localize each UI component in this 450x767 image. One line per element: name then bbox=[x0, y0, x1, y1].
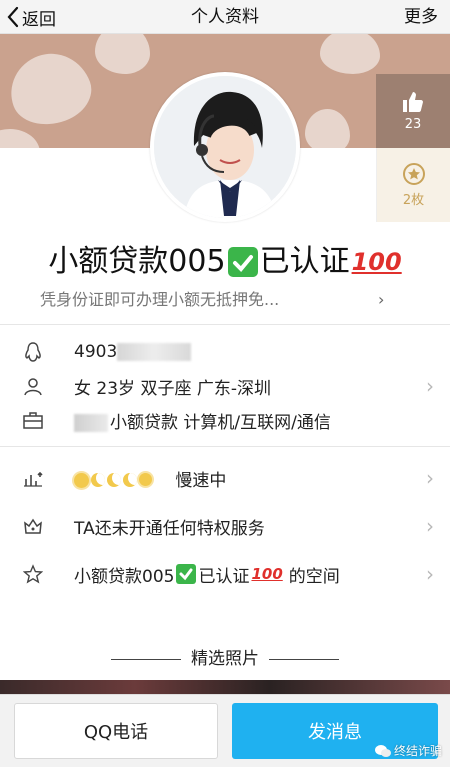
level-icons bbox=[74, 473, 152, 488]
basic-info-row[interactable]: 女 23岁 双子座 广东-深圳 › bbox=[0, 368, 450, 404]
moon-icon bbox=[107, 473, 121, 487]
watermark-text: 终结诈骗 bbox=[393, 744, 442, 758]
verified-check-icon bbox=[227, 247, 258, 277]
crown-icon bbox=[22, 515, 44, 537]
medal-count: 2枚 bbox=[402, 193, 425, 208]
signature[interactable]: 凭身份证即可办理小额无抵押免... bbox=[40, 288, 400, 312]
space-suffix: 的空间 bbox=[288, 566, 340, 587]
like-count: 23 bbox=[404, 117, 422, 132]
space-name: 小额贷款005 bbox=[74, 566, 175, 587]
hundred-emoji-icon: 100 bbox=[251, 565, 283, 583]
space-row[interactable]: 小额贷款005 已认证 100 的空间 › bbox=[0, 556, 450, 592]
privilege-row[interactable]: TA还未开通任何特权服务 › bbox=[0, 508, 450, 544]
featured-photos-title: 精选照片 bbox=[191, 649, 259, 669]
featured-photos-heading: 精选照片 bbox=[0, 644, 450, 669]
like-button[interactable]: 23 bbox=[376, 74, 450, 148]
briefcase-icon bbox=[22, 409, 44, 431]
qq-number: 4903 bbox=[74, 342, 118, 362]
redacted-block bbox=[74, 413, 108, 432]
avatar-photo bbox=[154, 76, 296, 218]
qq-number-row: 4903 bbox=[0, 334, 450, 370]
sun-icon bbox=[74, 473, 89, 488]
person-icon bbox=[22, 375, 44, 397]
heading-rule bbox=[111, 658, 181, 660]
space-verified: 已认证 bbox=[198, 566, 250, 587]
chevron-right-icon: › bbox=[426, 562, 434, 586]
star-outline-icon bbox=[22, 563, 44, 585]
qq-call-button[interactable]: QQ电话 bbox=[14, 703, 218, 759]
level-chart-icon bbox=[22, 467, 44, 489]
medal-icon bbox=[402, 163, 425, 185]
more-button[interactable]: 更多 bbox=[404, 4, 438, 30]
nickname: 小额贷款005 已认证 100 bbox=[0, 240, 450, 284]
star-icon bbox=[139, 473, 152, 486]
watermark: 终结诈骗 bbox=[374, 742, 442, 759]
moon-icon bbox=[123, 473, 137, 487]
nickname-verified: 已认证 bbox=[259, 244, 350, 279]
signature-arrow: › bbox=[378, 290, 385, 309]
penguin-icon bbox=[22, 341, 44, 363]
wechat-icon bbox=[374, 744, 391, 757]
medal-button[interactable]: 2枚 bbox=[376, 148, 450, 222]
thumbs-up-icon bbox=[403, 92, 423, 112]
nickname-text: 小额贷款005 bbox=[48, 244, 226, 279]
verified-check-icon bbox=[176, 564, 197, 584]
top-navbar: 返回 个人资料 更多 bbox=[0, 0, 450, 34]
chevron-right-icon: › bbox=[426, 514, 434, 538]
job-row: 小额贷款 计算机/互联网/通信 bbox=[0, 402, 450, 438]
basic-info: 女 23岁 双子座 广东-深圳 bbox=[74, 378, 271, 399]
page-title: 个人资料 bbox=[191, 7, 259, 27]
heading-rule bbox=[269, 658, 339, 660]
redacted-block bbox=[117, 343, 192, 361]
hundred-emoji-icon: 100 bbox=[351, 248, 402, 276]
divider bbox=[0, 446, 450, 447]
chevron-right-icon: › bbox=[426, 374, 434, 398]
chevron-right-icon: › bbox=[426, 466, 434, 490]
level-row[interactable]: 慢速中 › bbox=[0, 460, 450, 496]
avatar[interactable] bbox=[150, 72, 300, 222]
job-info: 小额贷款 计算机/互联网/通信 bbox=[110, 412, 331, 433]
moon-icon bbox=[91, 473, 105, 487]
level-status: 慢速中 bbox=[175, 470, 227, 491]
divider bbox=[0, 324, 450, 325]
privilege-text: TA还未开通任何特权服务 bbox=[74, 518, 265, 539]
